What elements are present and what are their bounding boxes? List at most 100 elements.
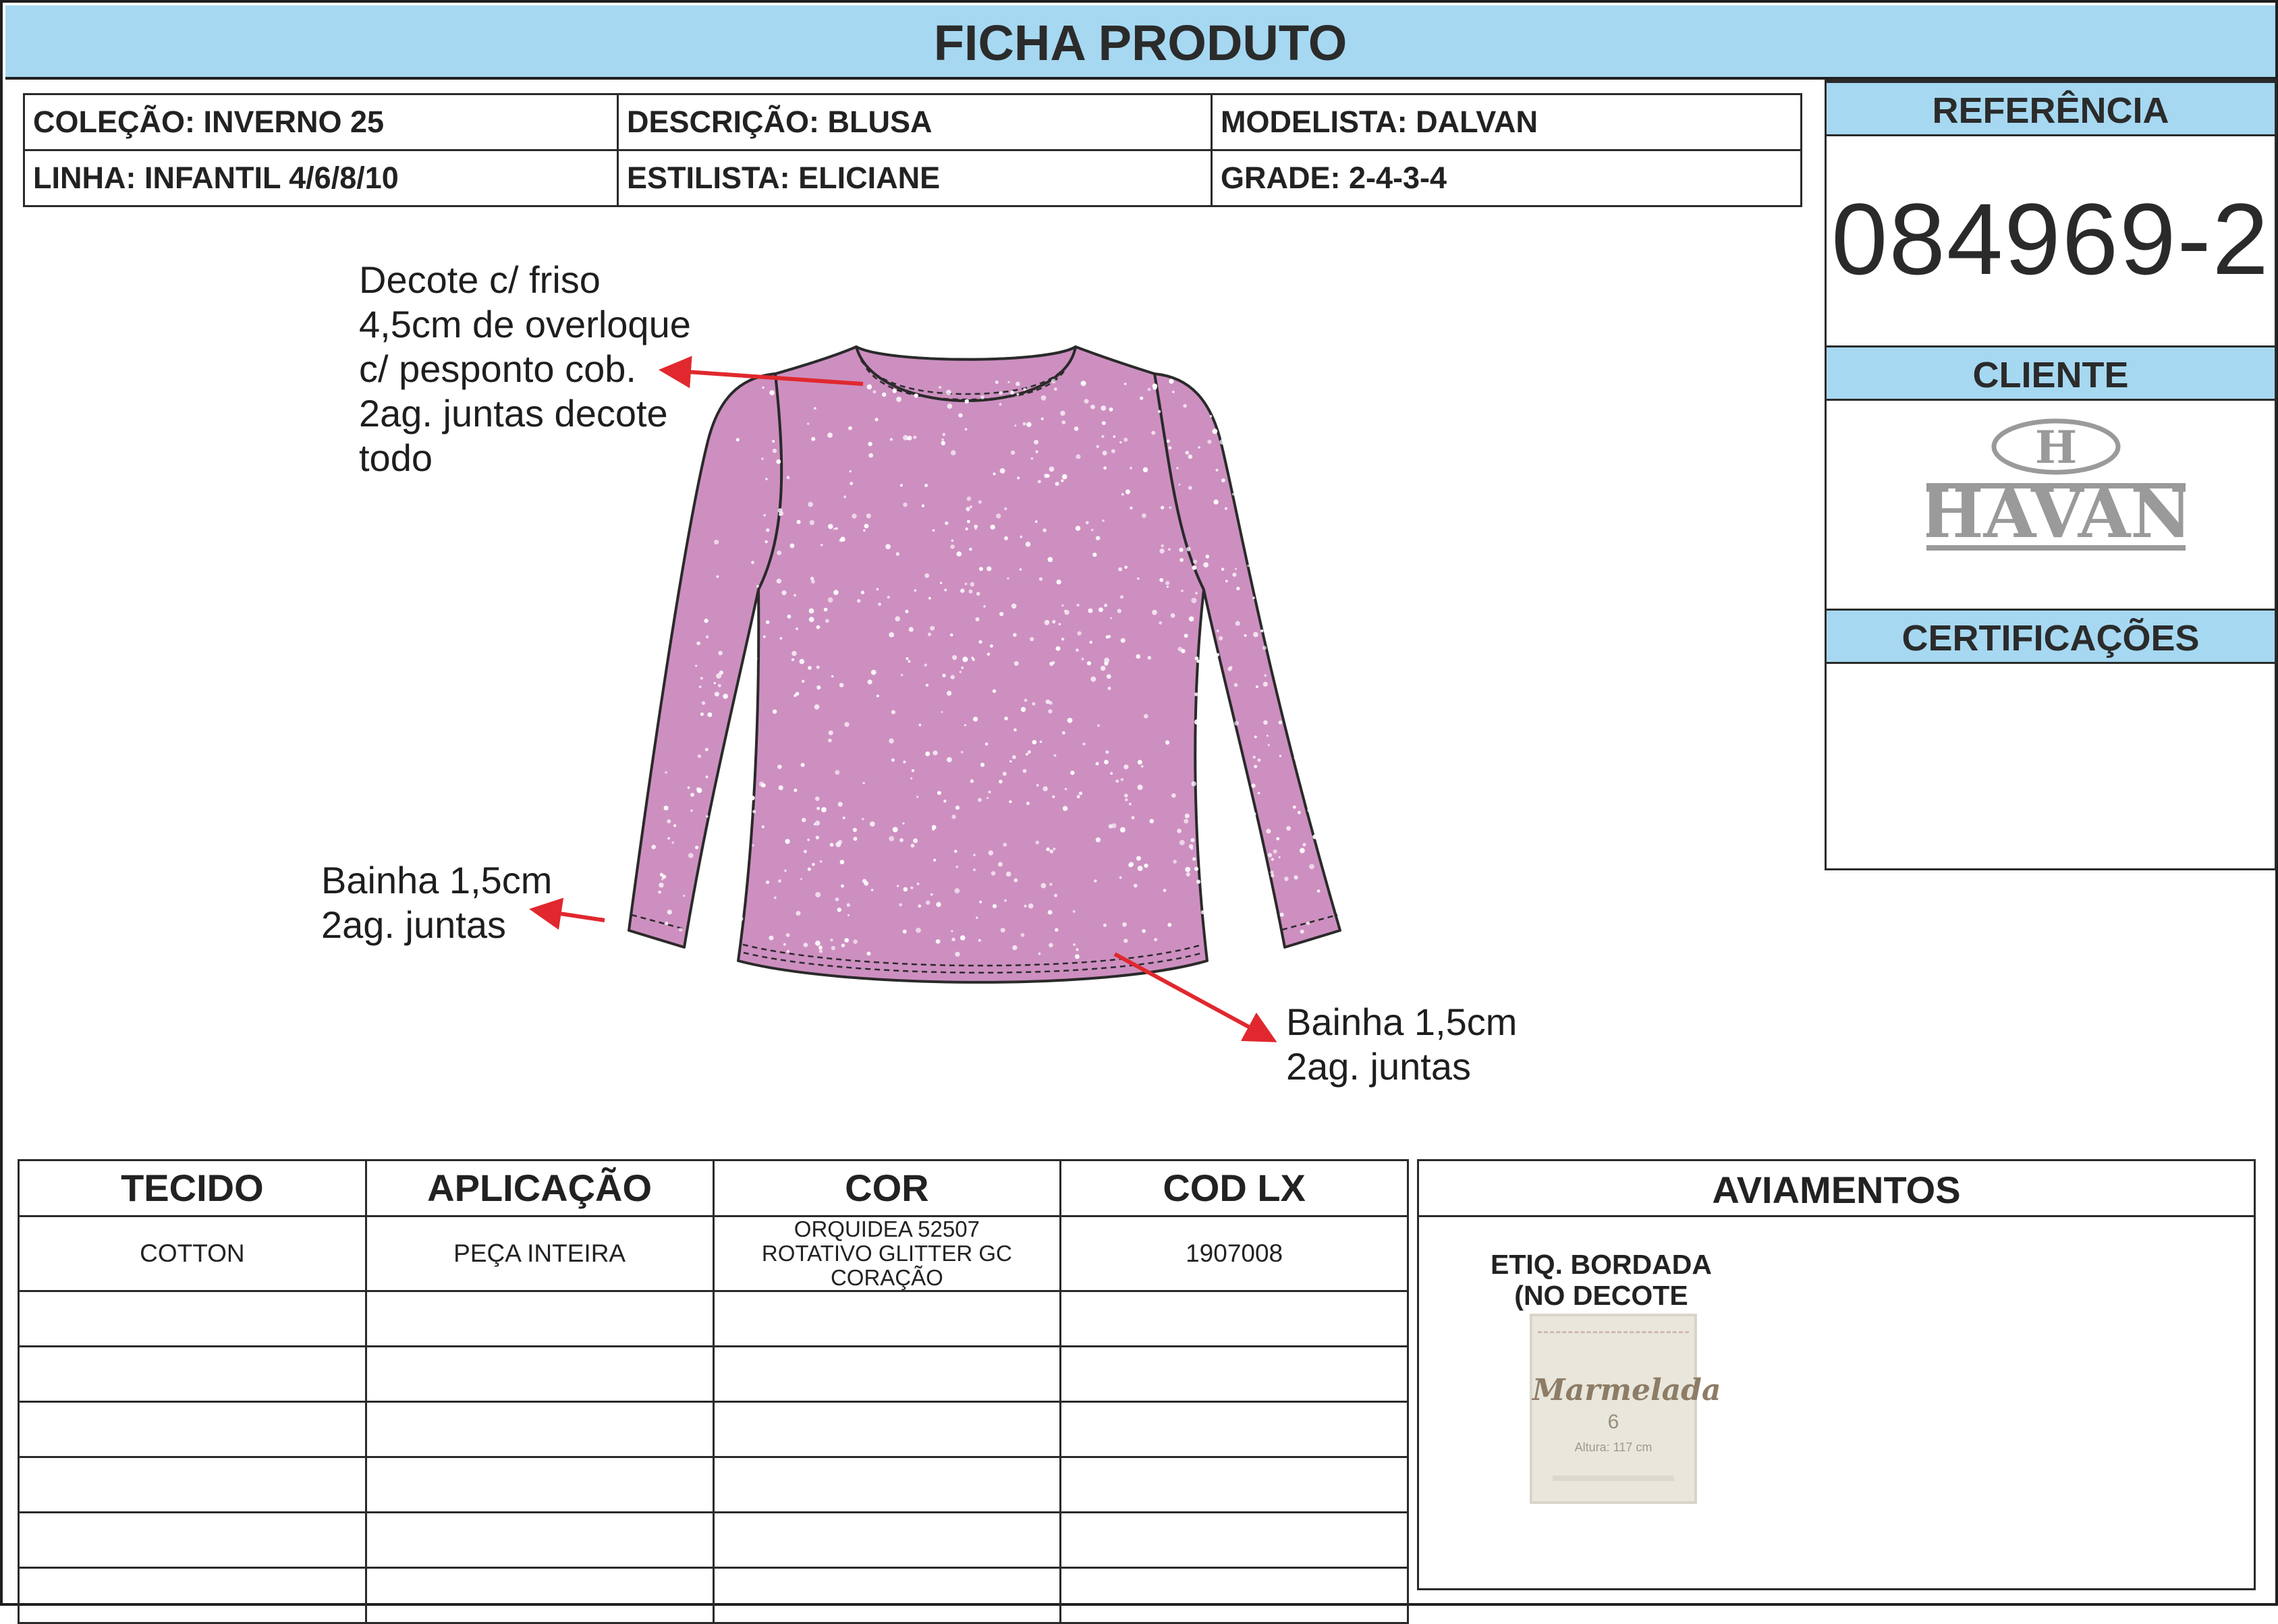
glitter-dot — [1124, 565, 1128, 569]
glitter-dot — [1089, 640, 1092, 644]
glitter-dot — [1221, 755, 1224, 758]
glitter-dot — [1181, 589, 1184, 592]
glitter-dot — [1300, 847, 1305, 853]
glitter-dot — [1225, 914, 1228, 918]
glitter-dot — [1052, 795, 1055, 799]
glitter-dot — [853, 837, 858, 841]
glitter-dot — [695, 665, 698, 667]
glitter-dot — [958, 413, 963, 418]
glitter-dot — [1107, 686, 1111, 690]
glitter-dot — [1049, 466, 1055, 472]
glitter-dot — [1088, 608, 1093, 613]
annotation-line: 4,5cm de overloque — [359, 303, 691, 345]
glitter-dot — [784, 869, 787, 872]
fabric-table: TECIDO APLICAÇÃO COR COD LX COTTON PEÇA I… — [18, 1159, 1409, 1624]
glitter-dot — [1267, 853, 1273, 858]
glitter-dot — [777, 764, 782, 769]
glitter-dot — [667, 909, 672, 915]
glitter-dot — [973, 868, 976, 872]
glitter-dot — [1034, 520, 1038, 523]
glitter-dot — [786, 476, 790, 480]
glitter-dot — [1105, 635, 1109, 639]
glitter-dot — [987, 797, 989, 800]
glitter-dot — [1101, 405, 1107, 411]
glitter-dot — [978, 500, 982, 504]
glitter-dot — [1102, 451, 1107, 455]
glitter-dot — [878, 603, 881, 606]
glitter-dot — [844, 938, 849, 943]
glitter-dot — [1207, 439, 1212, 444]
annotation-line: 2ag. juntas — [321, 903, 506, 946]
glitter-dot — [1185, 866, 1191, 872]
glitter-dot — [1257, 758, 1261, 762]
glitter-dot — [992, 904, 997, 909]
glitter-dot — [1022, 422, 1026, 426]
embroidered-label-image: Marmelada 6 Altura: 117 cm — [1530, 1314, 1721, 1504]
glitter-dot — [1209, 415, 1213, 418]
glitter-dot — [1134, 883, 1138, 888]
glitter-dot — [1136, 654, 1141, 659]
table-row — [18, 1290, 1409, 1347]
glitter-dot — [1073, 943, 1076, 947]
glitter-dot — [1218, 636, 1223, 641]
glitter-dot — [1198, 683, 1202, 688]
glitter-dot — [1273, 849, 1277, 854]
glitter-dot — [1090, 528, 1094, 532]
glitter-dot — [955, 866, 958, 868]
glitter-dot — [1109, 407, 1113, 412]
glitter-dot — [1096, 445, 1099, 448]
glitter-dot — [946, 690, 952, 696]
glitter-dot — [1307, 807, 1313, 813]
glitter-dot — [1062, 806, 1068, 811]
annotation-line: 2ag. juntas — [1286, 1045, 1471, 1088]
glitter-dot — [1238, 854, 1242, 860]
glitter-dot — [950, 675, 955, 679]
glitter-dot — [1085, 521, 1089, 525]
glitter-dot — [772, 449, 777, 453]
product-sheet: FICHA PRODUTO COLEÇÃO: INVERNO 25 DESCRI… — [0, 0, 2278, 1624]
glitter-dot — [839, 860, 845, 864]
glitter-dot — [1049, 661, 1054, 667]
glitter-dot — [796, 520, 801, 524]
glitter-dot — [931, 824, 937, 830]
glitter-dot — [1276, 837, 1280, 841]
table-cell: COTTON — [18, 1215, 367, 1292]
glitter-dot — [820, 543, 823, 547]
glitter-dot — [687, 786, 690, 789]
glitter-dot — [1256, 563, 1260, 567]
glitter-dot — [744, 854, 748, 858]
glitter-dot — [1152, 385, 1157, 390]
glitter-dot — [727, 821, 731, 827]
glitter-dot — [951, 937, 955, 942]
glitter-dot — [908, 627, 914, 632]
glitter-dot — [1077, 631, 1082, 636]
glitter-dot — [1233, 924, 1238, 930]
glitter-dot — [885, 544, 891, 550]
glitter-dot — [776, 459, 781, 464]
glitter-dot — [785, 839, 790, 844]
glitter-dot — [738, 916, 744, 922]
glitter-dot — [868, 453, 874, 458]
glitter-dot — [973, 853, 976, 857]
glitter-dot — [673, 824, 677, 827]
glitter-dot — [1099, 607, 1103, 613]
glitter-dot — [816, 685, 821, 690]
glitter-dot — [828, 730, 833, 735]
glitter-dot — [1013, 878, 1018, 883]
table-cell: 1907008 — [1059, 1215, 1409, 1292]
glitter-dot — [1191, 598, 1197, 603]
glitter-dot — [1028, 750, 1031, 754]
glitter-dot — [814, 407, 816, 410]
glitter-dot — [1251, 783, 1256, 788]
glitter-dot — [1266, 734, 1269, 737]
glitter-dot — [902, 822, 905, 825]
glitter-dot — [1279, 754, 1281, 758]
glitter-dot — [1055, 646, 1061, 651]
glitter-dot — [1169, 379, 1174, 384]
glitter-dot — [802, 818, 806, 822]
glitter-dot — [1005, 871, 1011, 877]
glitter-dot — [870, 889, 874, 891]
glitter-dot — [876, 694, 879, 698]
glitter-dot — [663, 806, 669, 811]
glitter-dot — [1225, 507, 1227, 510]
